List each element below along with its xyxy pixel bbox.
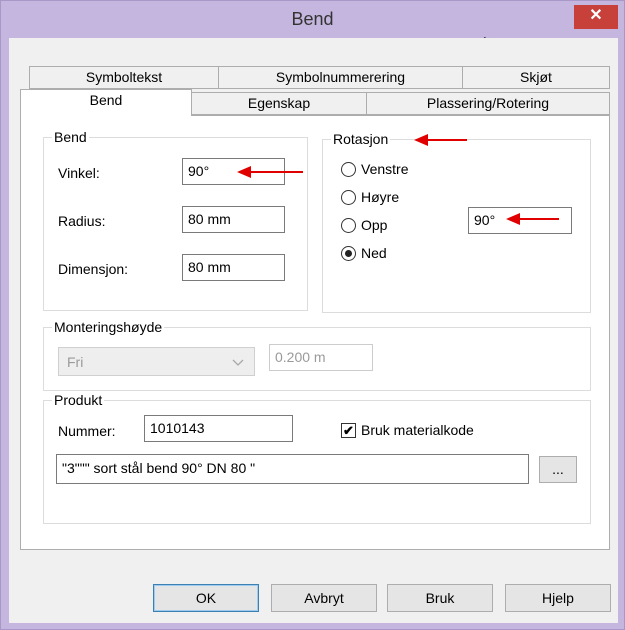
tab-symboltekst[interactable]: Symboltekst xyxy=(29,66,219,89)
nummer-input[interactable]: 1010143 xyxy=(144,415,293,442)
radio-opp-label: Opp xyxy=(361,217,388,233)
produkt-group-title: Produkt xyxy=(54,392,103,408)
radio-opp[interactable]: Opp xyxy=(341,217,387,233)
bruk-button[interactable]: Bruk xyxy=(387,584,493,612)
annotation-arrow-icon xyxy=(506,213,559,225)
radio-hoyre-label: Høyre xyxy=(361,189,400,205)
monteringshoyde-group-title: Monteringshøyde xyxy=(54,319,163,335)
radio-opp-circle[interactable] xyxy=(341,217,356,233)
monteringshoyde-combo: Fri xyxy=(58,347,255,376)
dialog-window: Bend ✕ Symboltekst Symbolnummerering Skj… xyxy=(0,0,625,630)
radio-venstre[interactable]: Venstre xyxy=(341,161,408,177)
radio-venstre-label: Venstre xyxy=(361,161,409,177)
avbryt-button[interactable]: Avbryt xyxy=(271,584,377,612)
monteringshoyde-input: 0.200 m xyxy=(269,344,373,371)
radio-ned-label: Ned xyxy=(361,245,387,261)
close-button[interactable]: ✕ xyxy=(574,5,618,29)
bruk-materialkode-label: Bruk materialkode xyxy=(361,422,474,438)
annotation-arrow-icon xyxy=(237,166,303,178)
tab-symbolnummerering[interactable]: Symbolnummerering xyxy=(218,66,463,89)
tab-skjot[interactable]: Skjøt xyxy=(462,66,610,89)
rotasjon-group-title: Rotasjon xyxy=(333,131,389,147)
radio-venstre-circle[interactable] xyxy=(341,161,356,177)
dimensjon-label: Dimensjon: xyxy=(58,261,129,277)
vinkel-label: Vinkel: xyxy=(58,165,100,181)
bruk-materialkode-checkbox[interactable]: ✔ Bruk materialkode xyxy=(341,422,474,438)
radius-label: Radius: xyxy=(58,213,106,229)
checkmark-icon[interactable]: ✔ xyxy=(341,422,356,438)
bend-group-title: Bend xyxy=(54,129,87,145)
monteringshoyde-combo-value: Fri xyxy=(67,354,84,370)
radio-ned-circle[interactable] xyxy=(341,245,356,261)
tab-egenskap[interactable]: Egenskap xyxy=(191,92,367,115)
radio-hoyre[interactable]: Høyre xyxy=(341,189,399,205)
ok-button[interactable]: OK xyxy=(153,584,259,612)
chevron-down-icon xyxy=(232,353,244,372)
tab-plassering-rotering[interactable]: Plassering/Rotering xyxy=(366,92,610,115)
browse-button[interactable]: ... xyxy=(539,456,577,483)
product-description-input[interactable]: "3""" sort stål bend 90° DN 80 " xyxy=(56,454,529,484)
radius-input[interactable]: 80 mm xyxy=(182,206,285,233)
dimensjon-input[interactable]: 80 mm xyxy=(182,254,285,281)
tab-bend[interactable]: Bend xyxy=(20,89,192,116)
annotation-arrow-icon xyxy=(414,134,467,146)
nummer-label: Nummer: xyxy=(58,423,116,439)
radio-hoyre-circle[interactable] xyxy=(341,189,356,205)
radio-ned[interactable]: Ned xyxy=(341,245,387,261)
hjelp-button[interactable]: Hjelp xyxy=(505,584,611,612)
window-title: Bend xyxy=(291,9,334,29)
title-bar: Bend ✕ xyxy=(1,1,624,38)
